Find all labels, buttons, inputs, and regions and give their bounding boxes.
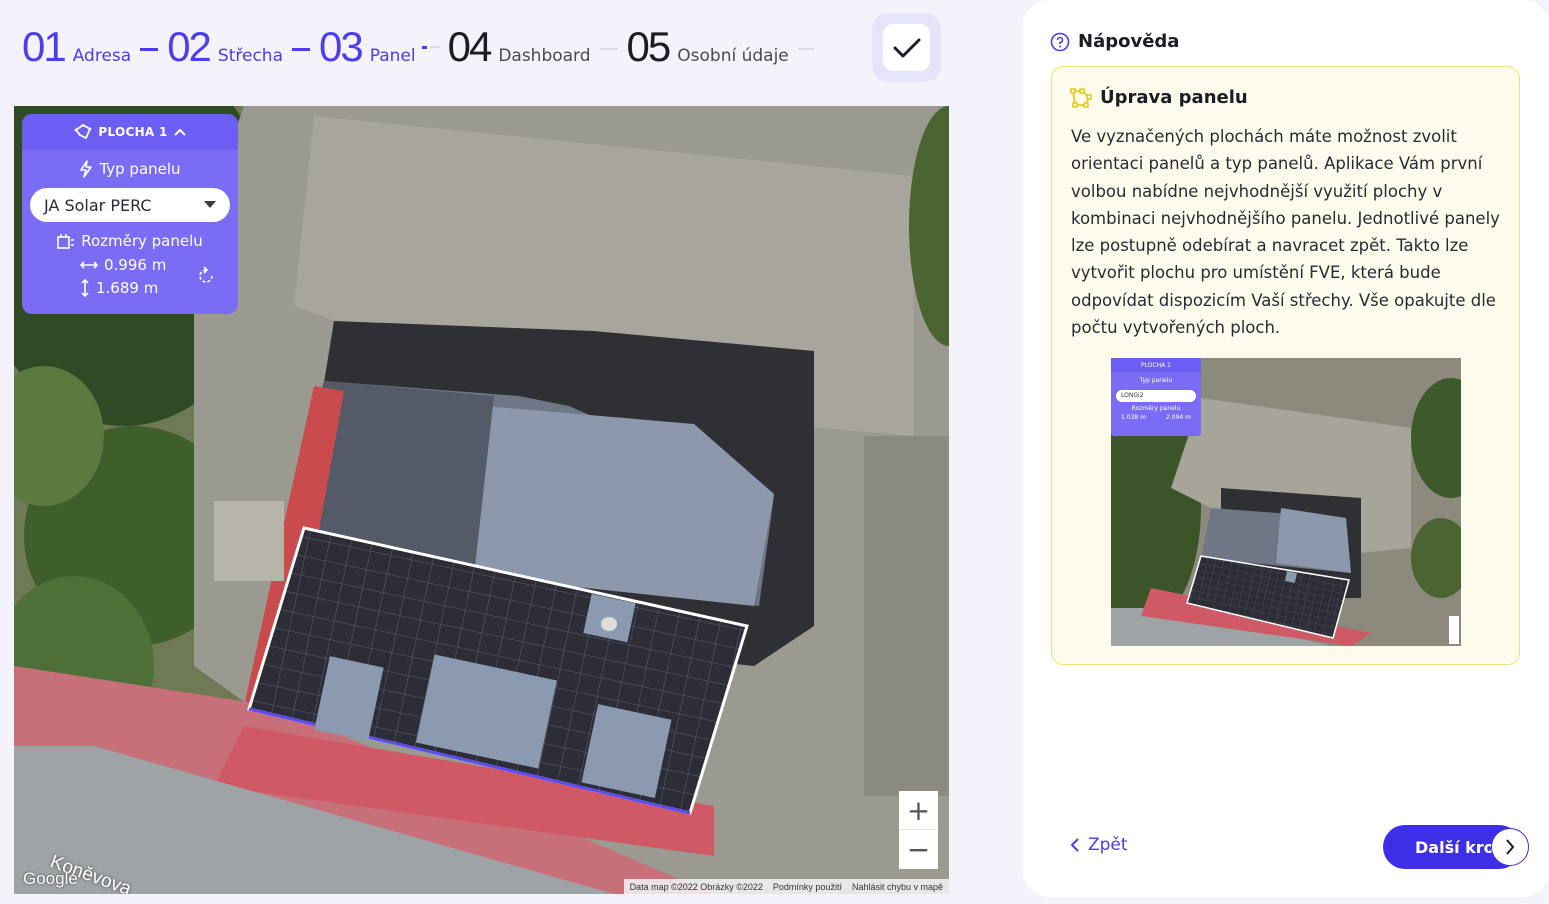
caret-down-icon: [204, 201, 216, 208]
illustration-type-label: Typ panelu: [1139, 376, 1173, 384]
help-title: Nápověda: [1078, 31, 1180, 52]
help-heading: Nápověda: [1050, 31, 1179, 52]
zoom-in-button[interactable]: +: [899, 791, 938, 830]
panel-dimensions: 0.996 m 1.689 m: [22, 256, 238, 304]
help-box: Úprava panelu Ve vyznačených plochách má…: [1051, 66, 1520, 665]
help-panel: Nápověda Úprava panelu Ve vyznačených pl…: [1023, 0, 1549, 897]
step-connector: [421, 45, 427, 49]
step-strecha[interactable]: 02 Střecha: [167, 26, 283, 68]
panel-settings-card: PLOCHA 1 Typ panelu JA Solar PERC Rozměr…: [22, 114, 238, 314]
confirm-button[interactable]: [872, 13, 941, 82]
next-step-button[interactable]: Další krok: [1383, 825, 1529, 869]
chevron-right-icon: [1506, 839, 1515, 855]
panel-type-select[interactable]: JA Solar PERC: [30, 188, 230, 222]
step-adresa[interactable]: 01 Adresa: [22, 26, 131, 68]
illustration-panel-card: PLOCHA 1 Typ panelu LONGi2 Rozměry panel…: [1111, 358, 1201, 422]
step-connector: [140, 47, 159, 51]
panel-height: 1.689 m: [80, 279, 158, 297]
step-osobni-udaje[interactable]: 05 Osobní údaje: [627, 26, 789, 68]
illustration-height: 2.094 m: [1166, 414, 1191, 421]
lightning-icon: [80, 160, 93, 178]
panel-dims-heading: Rozměry panelu: [22, 232, 238, 250]
help-illustration: PLOCHA 1 Typ panelu LONGi2 Rozměry panel…: [1111, 358, 1461, 646]
progress-stepper: 01 Adresa 02 Střecha 03 Panel 04 Dashboa…: [22, 14, 823, 80]
step-number: 02: [167, 23, 212, 70]
panel-width: 0.996 m: [80, 256, 166, 274]
panel-width-value: 0.996 m: [104, 256, 167, 274]
area-toggle[interactable]: PLOCHA 1: [22, 114, 238, 150]
ruler-icon: [57, 234, 75, 249]
step-panel[interactable]: 03 Panel: [319, 26, 416, 68]
satellite-map[interactable]: PLOCHA 1 Typ panelu JA Solar PERC Rozměr…: [14, 106, 949, 894]
check-icon: [893, 38, 920, 57]
panel-dims-label: Rozměry panelu: [81, 232, 203, 250]
terms-link[interactable]: Podmínky použití: [773, 882, 842, 892]
step-connector: [797, 48, 814, 50]
help-text: Ve vyznačených plochách máte možnost zvo…: [1071, 127, 1500, 338]
illustration-width: 1.038 m: [1121, 414, 1146, 421]
illustration-area-label: PLOCHA 1: [1141, 361, 1171, 369]
zoom-out-button[interactable]: −: [899, 830, 938, 869]
panel-type-value: JA Solar PERC: [44, 195, 152, 215]
google-logo: Google: [23, 869, 78, 888]
confirm-button-inner: [883, 24, 930, 71]
step-number: 04: [447, 23, 493, 70]
height-arrows-icon: [81, 279, 89, 297]
help-icon: [1050, 32, 1070, 51]
width-arrows-icon: [80, 261, 98, 269]
step-label: Dashboard: [498, 46, 591, 66]
help-box-title: Úprava panelu: [1100, 87, 1248, 108]
step-number: 05: [626, 23, 672, 70]
map-attribution: Data map ©2022 Obrázky ©2022 Podmínky po…: [623, 879, 949, 894]
report-error-link[interactable]: Nahlásit chybu v mapě: [852, 882, 943, 892]
step-connector: [292, 47, 310, 51]
panel-type-label: Typ panelu: [99, 160, 181, 178]
shape-edit-icon: [1070, 87, 1092, 108]
step-label: Osobní údaje: [677, 46, 789, 66]
step-label: Střecha: [217, 46, 283, 66]
illustration-select-value: LONGi2: [1121, 391, 1144, 399]
illustration-dims-label: Rozměry panelu: [1131, 404, 1181, 412]
step-number: 03: [319, 23, 364, 70]
step-dashboard[interactable]: 04 Dashboard: [448, 26, 591, 68]
attribution-data: Data map ©2022 Obrázky ©2022: [629, 881, 763, 892]
step-label: Panel: [369, 46, 416, 66]
next-arrow: [1491, 828, 1529, 866]
back-button[interactable]: Zpět: [1070, 835, 1128, 855]
panel-height-value: 1.689 m: [96, 279, 159, 297]
step-connector: [429, 46, 440, 48]
chevron-up-icon: [173, 128, 186, 136]
panel-type-heading: Typ panelu: [22, 160, 238, 178]
area-shape-icon: [74, 124, 92, 140]
step-label: Adresa: [72, 46, 132, 66]
step-number: 01: [22, 23, 67, 70]
chevron-left-icon: [1070, 838, 1079, 852]
rotate-icon[interactable]: [196, 266, 216, 286]
step-connector: [599, 48, 618, 50]
area-label: PLOCHA 1: [98, 125, 168, 139]
back-label: Zpět: [1088, 835, 1128, 855]
help-box-heading: Úprava panelu: [1070, 87, 1248, 108]
illustration-dims: 1.038 m 2.094 m: [1111, 414, 1201, 421]
